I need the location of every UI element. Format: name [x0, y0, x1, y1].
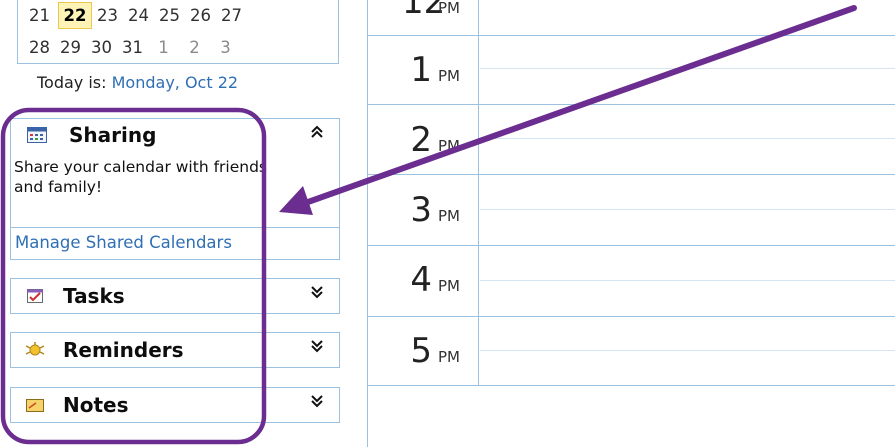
mini-calendar: 21 22 23 24 25 26 27 28 29 30 31 1 2 3 [17, 0, 339, 64]
manage-shared-calendars-link[interactable]: Manage Shared Calendars [15, 233, 232, 252]
calendar-day[interactable]: 26 [185, 2, 216, 29]
calendar-day[interactable]: 31 [117, 34, 148, 61]
calendar-day[interactable]: 30 [86, 34, 117, 61]
calendar-day[interactable]: 27 [216, 2, 247, 29]
calendar-day-next-month[interactable]: 3 [210, 34, 241, 61]
calendar-day[interactable]: 25 [154, 2, 185, 29]
hour-suffix: PM [438, 0, 460, 17]
reminders-icon [25, 342, 45, 358]
today-prefix: Today is: [37, 73, 107, 92]
hour-number: 4 [410, 260, 432, 300]
sharing-description: Share your calendar with friends and fam… [14, 158, 267, 196]
sharing-panel-title: Sharing [69, 123, 157, 147]
hour-label: 2 PM [402, 120, 460, 160]
hour-divider [368, 316, 895, 317]
calendar-day[interactable]: 29 [55, 34, 86, 61]
notes-panel-title: Notes [63, 393, 129, 417]
time-gutter-divider [478, 0, 479, 385]
chevron-down-icon[interactable] [309, 284, 325, 300]
day-view-grid[interactable]: 12 PM 1 PM 2 PM 3 PM 4 PM 5 PM [367, 0, 895, 447]
sharing-panel-header[interactable]: Sharing [11, 119, 339, 151]
reminders-panel: Reminders [10, 332, 340, 368]
hour-suffix: PM [438, 67, 460, 85]
reminders-panel-header[interactable]: Reminders [11, 333, 339, 367]
hour-number: 1 [410, 50, 432, 90]
hour-label: 5 PM [402, 331, 460, 371]
calendar-week-row: 21 22 23 24 25 26 27 [24, 2, 247, 29]
half-hour-divider [480, 209, 895, 210]
tasks-panel-title: Tasks [63, 284, 125, 308]
hour-number: 5 [410, 331, 432, 371]
calendar-day[interactable]: 28 [24, 34, 55, 61]
hour-suffix: PM [438, 348, 460, 366]
half-hour-divider [480, 350, 895, 351]
calendar-day-next-month[interactable]: 1 [148, 34, 179, 61]
chevron-down-icon[interactable] [309, 393, 325, 409]
today-date-link[interactable]: Monday, Oct 22 [112, 73, 238, 92]
hour-number: 2 [410, 120, 432, 160]
hour-divider [368, 104, 895, 105]
chevron-down-icon[interactable] [309, 338, 325, 354]
tasks-icon [25, 288, 45, 304]
hour-suffix: PM [438, 277, 460, 295]
grid-bottom-area [368, 385, 895, 447]
hour-number: 12 [402, 0, 446, 22]
hour-label: 4 PM [402, 260, 460, 300]
hour-divider [368, 35, 895, 36]
calendar-day[interactable]: 21 [24, 2, 55, 29]
calendar-day-next-month[interactable]: 2 [179, 34, 210, 61]
half-hour-divider [480, 138, 895, 139]
notes-panel: Notes [10, 387, 340, 423]
hour-label: 1 PM [402, 50, 460, 90]
notes-icon [25, 397, 45, 413]
divider [11, 227, 339, 228]
notes-panel-header[interactable]: Notes [11, 388, 339, 422]
sharing-panel: Sharing Share your calendar with friends… [10, 118, 340, 260]
hour-number: 3 [410, 190, 432, 230]
hour-suffix: PM [438, 207, 460, 225]
half-hour-divider [480, 280, 895, 281]
half-hour-divider [480, 68, 895, 69]
hour-divider [368, 174, 895, 175]
calendar-day[interactable]: 23 [92, 2, 123, 29]
hour-label: 3 PM [402, 190, 460, 230]
hour-suffix: PM [438, 137, 460, 155]
reminders-panel-title: Reminders [63, 338, 184, 362]
calendar-day[interactable]: 24 [123, 2, 154, 29]
chevron-up-icon[interactable] [309, 124, 325, 140]
hour-divider [368, 245, 895, 246]
calendar-day-today[interactable]: 22 [58, 2, 92, 29]
calendar-week-row: 28 29 30 31 1 2 3 [24, 34, 241, 61]
today-indicator: Today is: Monday, Oct 22 [37, 73, 238, 92]
hour-label: 12 PM [402, 0, 460, 22]
sharing-icon [27, 127, 47, 143]
tasks-panel-header[interactable]: Tasks [11, 279, 339, 313]
tasks-panel: Tasks [10, 278, 340, 314]
